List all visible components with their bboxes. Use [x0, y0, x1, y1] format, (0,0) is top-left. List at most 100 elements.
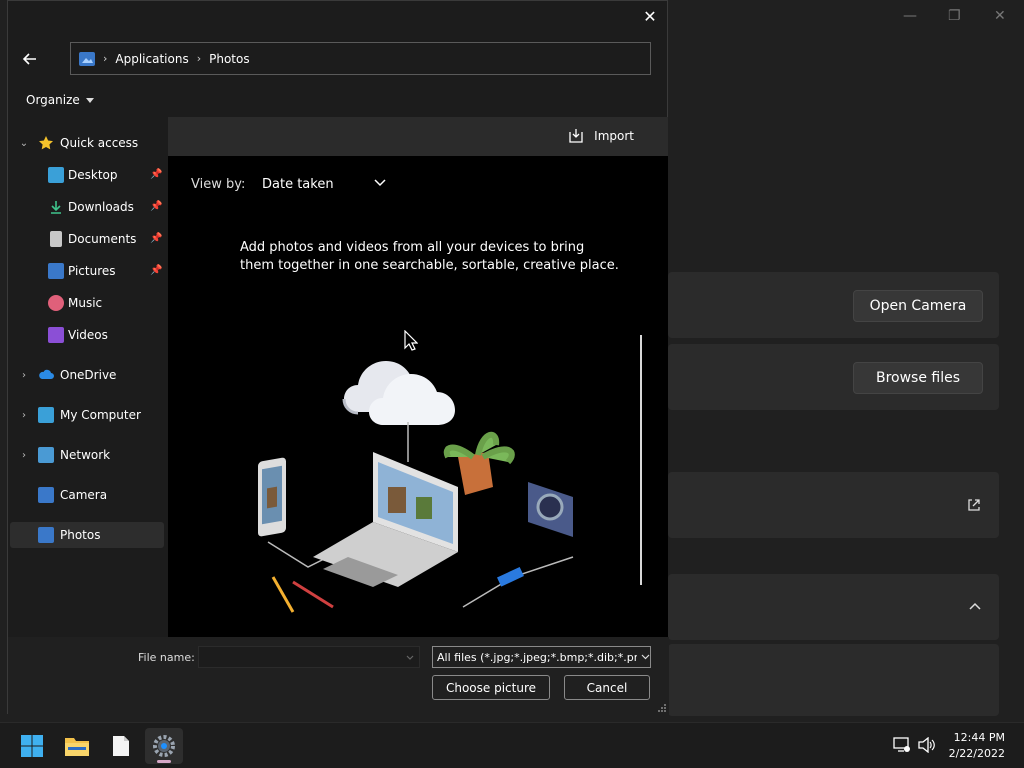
folder-icon — [65, 738, 89, 756]
file-icon — [113, 736, 129, 756]
clock-date: 2/22/2022 — [948, 747, 1005, 760]
browse-card: Browse files — [668, 344, 999, 410]
nav-item-desktop[interactable]: Desktop 📌 — [10, 162, 164, 188]
system-clock[interactable]: 12:44 PM 2/22/2022 — [949, 730, 1005, 762]
pictures-icon — [48, 263, 64, 279]
nav-label: Desktop — [68, 168, 118, 182]
nav-label: Pictures — [68, 264, 116, 278]
gear-icon — [153, 735, 175, 757]
notepad-button[interactable] — [102, 728, 140, 764]
choose-picture-button[interactable]: Choose picture — [432, 675, 550, 700]
navigation-pane: ⌄ Quick access Desktop 📌 Downloads 📌 Doc… — [8, 117, 166, 637]
pin-icon: 📌 — [150, 233, 163, 244]
external-link-icon[interactable] — [967, 498, 981, 512]
active-app-indicator — [157, 760, 171, 763]
settings-app-button[interactable] — [145, 728, 183, 764]
photos-folder-icon — [38, 527, 54, 543]
chevron-down-icon[interactable] — [374, 179, 386, 187]
file-explorer-button[interactable] — [58, 728, 96, 764]
chevron-down-icon[interactable] — [406, 655, 414, 661]
expander-card[interactable] — [668, 574, 999, 640]
nav-item-camera[interactable]: Camera — [10, 482, 164, 508]
file-open-dialog: ✕ › Applications › Photos Organize ⌄ Qui… — [7, 0, 669, 715]
pin-icon: 📌 — [150, 265, 163, 276]
expander-content-card — [668, 644, 999, 716]
organize-menu[interactable]: Organize — [26, 93, 94, 107]
file-name-label: File name: — [138, 651, 195, 664]
clock-time: 12:44 PM — [953, 731, 1005, 744]
dialog-footer: File name: All files (*.jpg;*.jpeg;*.bmp… — [8, 637, 669, 715]
windows-logo-icon — [21, 735, 43, 757]
view-by-dropdown[interactable]: Date taken — [262, 177, 334, 192]
nav-item-music[interactable]: Music — [10, 290, 164, 316]
browse-files-button[interactable]: Browse files — [853, 362, 983, 394]
volume-icon[interactable] — [918, 737, 936, 753]
import-button[interactable]: Import — [568, 128, 634, 144]
nav-label: Music — [68, 296, 103, 310]
start-button[interactable] — [13, 728, 51, 764]
chevron-down-icon[interactable]: ⌄ — [18, 137, 30, 149]
laptop-illustration — [313, 452, 458, 587]
nav-item-quick-access[interactable]: ⌄ Quick access — [10, 130, 164, 156]
nav-label: Network — [60, 448, 111, 462]
nav-item-my-computer[interactable]: › My Computer — [10, 402, 164, 428]
chevron-right-icon[interactable]: › — [18, 449, 30, 461]
nav-label: Downloads — [68, 200, 134, 214]
nav-label: Quick access — [60, 136, 139, 150]
empty-state-message: Add photos and videos from all your devi… — [240, 240, 619, 273]
open-camera-button[interactable]: Open Camera — [853, 290, 983, 322]
nav-label: Documents — [68, 232, 137, 246]
videos-icon — [48, 327, 64, 343]
nav-item-onedrive[interactable]: › OneDrive — [10, 362, 164, 388]
file-name-input[interactable] — [198, 646, 420, 668]
chevron-right-icon[interactable]: › — [18, 369, 30, 381]
breadcrumb-applications[interactable]: Applications — [115, 52, 188, 66]
nav-label: Photos — [60, 528, 101, 542]
nav-item-photos[interactable]: Photos — [10, 522, 164, 548]
camera-folder-icon — [38, 487, 54, 503]
music-icon — [48, 295, 64, 311]
back-arrow-icon[interactable] — [20, 49, 40, 69]
photos-folder-icon — [79, 51, 95, 66]
file-type-value: All files (*.jpg;*.jpeg;*.bmp;*.dib;*.pn… — [437, 650, 637, 664]
import-label: Import — [594, 129, 634, 143]
cloud-illustration — [342, 361, 455, 425]
chevron-down-icon — [641, 654, 650, 660]
import-icon — [569, 129, 583, 143]
nav-item-downloads[interactable]: Downloads 📌 — [10, 194, 164, 220]
scrollbar[interactable] — [640, 335, 642, 585]
taskbar: 12:44 PM 2/22/2022 — [0, 722, 1024, 768]
plant-illustration — [443, 431, 515, 495]
chevron-up-icon[interactable] — [969, 602, 981, 610]
network-icon — [38, 447, 54, 463]
maximize-button[interactable]: ❐ — [948, 8, 961, 24]
pin-icon: 📌 — [150, 169, 163, 180]
link-card[interactable] — [668, 472, 999, 538]
star-icon — [39, 136, 53, 150]
camera-card: Open Camera — [668, 272, 999, 338]
nav-label: Videos — [68, 328, 108, 342]
address-bar[interactable]: › Applications › Photos — [70, 42, 651, 75]
breadcrumb-separator-icon: › — [196, 52, 202, 65]
dropdown-caret-icon — [85, 97, 94, 103]
cancel-button[interactable]: Cancel — [564, 675, 650, 700]
dialog-close-button[interactable]: ✕ — [639, 5, 661, 27]
file-type-select[interactable]: All files (*.jpg;*.jpeg;*.bmp;*.dib;*.pn… — [432, 646, 651, 668]
computer-icon — [38, 407, 54, 423]
nav-item-videos[interactable]: Videos — [10, 322, 164, 348]
nav-item-documents[interactable]: Documents 📌 — [10, 226, 164, 252]
nav-item-network[interactable]: › Network — [10, 442, 164, 468]
window-close-button[interactable]: ✕ — [994, 8, 1006, 24]
organize-label: Organize — [26, 93, 80, 107]
view-by-label: View by: — [191, 177, 246, 192]
breadcrumb-photos[interactable]: Photos — [209, 52, 249, 66]
resize-grip-icon[interactable] — [657, 703, 667, 713]
pin-icon: 📌 — [150, 201, 163, 212]
chevron-right-icon[interactable]: › — [18, 409, 30, 421]
minimize-button[interactable]: — — [903, 8, 917, 24]
nav-label: Camera — [60, 488, 108, 502]
cloud-icon — [39, 369, 54, 379]
network-status-icon[interactable] — [893, 737, 911, 753]
photos-content-pane: Import View by: Date taken Add photos an… — [168, 117, 668, 637]
nav-item-pictures[interactable]: Pictures 📌 — [10, 258, 164, 284]
